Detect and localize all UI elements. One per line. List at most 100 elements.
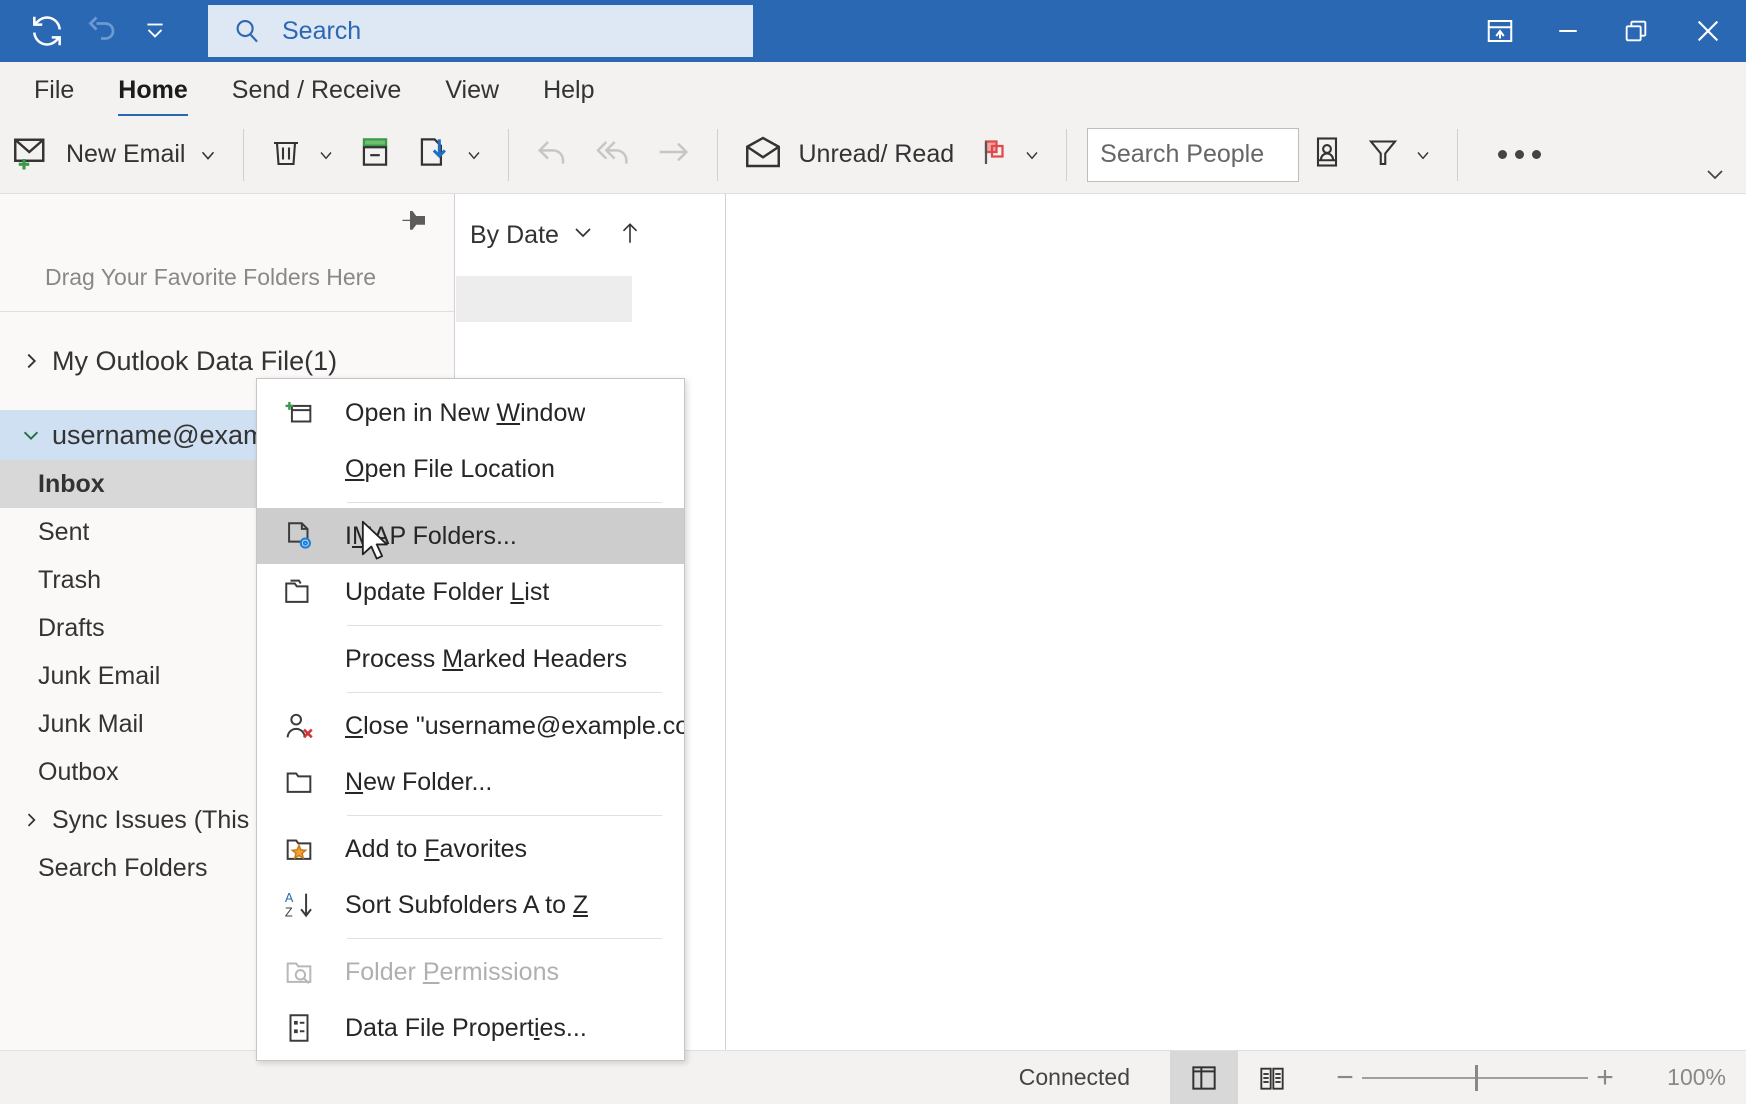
- normal-view-icon[interactable]: [1170, 1050, 1238, 1104]
- more-commands-icon[interactable]: [1472, 150, 1567, 159]
- forward-icon: [653, 132, 693, 177]
- menu-item-label: Data File Properties...: [345, 1013, 587, 1042]
- menu-item-open-file-location[interactable]: Open File Location: [257, 441, 684, 497]
- message-list-sort-bar: By Date: [456, 194, 725, 276]
- address-book-button[interactable]: [1299, 123, 1355, 187]
- sort-a-to-z-icon: A Z: [279, 885, 319, 925]
- send-receive-all-icon[interactable]: [22, 9, 72, 53]
- ribbon-divider-3: [717, 128, 719, 181]
- menu-item-open-in-new-window[interactable]: Open in New Window: [257, 385, 684, 441]
- search-input[interactable]: Search: [208, 5, 753, 57]
- menu-item-new-folder[interactable]: New Folder...: [257, 754, 684, 810]
- no-icon: [279, 639, 319, 679]
- chevron-down-icon[interactable]: [571, 220, 595, 251]
- outlook-window: Search File Home Send / Receive View Hel…: [0, 0, 1746, 1104]
- ribbon-divider-4: [1066, 128, 1068, 181]
- reply-icon: [533, 132, 573, 177]
- sort-by-date-button[interactable]: By Date: [470, 220, 595, 251]
- new-email-button[interactable]: New Email: [0, 123, 229, 187]
- archive-button[interactable]: [346, 123, 404, 187]
- move-button[interactable]: [404, 123, 494, 187]
- zoom-thumb[interactable]: [1475, 1064, 1478, 1091]
- minimize-icon[interactable]: [1534, 0, 1602, 62]
- zoom-slider[interactable]: − +: [1328, 1058, 1622, 1098]
- tree-item-label: Inbox: [38, 469, 105, 498]
- ribbon-display-options-icon[interactable]: [1466, 0, 1534, 62]
- menu-item-folder-permissions: Folder Permissions: [257, 944, 684, 1000]
- menu-item-update-folder-list[interactable]: Update Folder List: [257, 564, 684, 620]
- address-book-icon: [1309, 134, 1345, 175]
- message-list-item-placeholder[interactable]: [456, 276, 632, 322]
- delete-button[interactable]: [258, 123, 346, 187]
- menu-item-process-marked-headers[interactable]: Process Marked Headers: [257, 631, 684, 687]
- tree-item-label: Junk Email: [38, 661, 161, 690]
- title-bar: Search: [0, 0, 1746, 62]
- unread-read-button[interactable]: Unread/ Read: [732, 123, 964, 187]
- tab-file[interactable]: File: [12, 76, 96, 116]
- delete-icon: [268, 134, 304, 175]
- new-email-chevron-down-icon[interactable]: [197, 144, 219, 166]
- new-email-label: New Email: [66, 140, 186, 168]
- zoom-out-button[interactable]: −: [1328, 1058, 1362, 1098]
- tree-item-label: Junk Mail: [38, 709, 144, 738]
- menu-item-data-file-properties[interactable]: Data File Properties...: [257, 1000, 684, 1056]
- menu-item-label: Sort Subfolders A to Z: [345, 890, 589, 919]
- search-people-input[interactable]: Search People: [1087, 127, 1300, 182]
- follow-up-chevron-down-icon[interactable]: [1022, 145, 1042, 165]
- tree-item-label: username@exampl: [52, 419, 287, 450]
- tab-send-receive[interactable]: Send / Receive: [210, 76, 424, 116]
- menu-item-imap-folders[interactable]: IMAP Folders...: [257, 508, 684, 564]
- chevron-down-icon[interactable]: [18, 424, 44, 446]
- pin-icon[interactable]: [398, 204, 432, 238]
- reply-button: [523, 123, 583, 187]
- menu-item-label: Update Folder List: [345, 577, 550, 606]
- zoom-track[interactable]: [1362, 1058, 1588, 1098]
- menu-item-label: New Folder...: [345, 767, 493, 796]
- move-chevron-down-icon[interactable]: [464, 145, 484, 165]
- menu-item-label: Add to Favorites: [345, 834, 528, 863]
- menu-item-close-account[interactable]: Close "username@example.com": [257, 698, 684, 754]
- dot-1: [1498, 150, 1508, 159]
- svg-text:A: A: [285, 890, 294, 905]
- menu-separator: [347, 502, 662, 503]
- zoom-in-button[interactable]: +: [1588, 1058, 1622, 1098]
- favorites-hint: Drag Your Favorite Folders Here: [45, 264, 377, 290]
- arrow-up-icon[interactable]: [617, 218, 643, 253]
- tab-home[interactable]: Home: [96, 76, 209, 118]
- zoom-level[interactable]: 100%: [1642, 1064, 1726, 1091]
- close-icon[interactable]: [1670, 0, 1746, 62]
- filter-email-icon: [1365, 134, 1401, 175]
- imap-folders-icon: [279, 516, 319, 556]
- follow-up-flag-icon: [974, 134, 1010, 175]
- undo-icon[interactable]: [76, 9, 126, 53]
- follow-up-button[interactable]: [964, 123, 1052, 187]
- menu-item-sort-subfolders[interactable]: A Z Sort Subfolders A to Z: [257, 877, 684, 933]
- dot-2: [1515, 150, 1525, 159]
- ribbon-toolbar: New Email Unread/ Read Search People: [0, 116, 1746, 194]
- menu-item-label: Open in New Window: [345, 398, 586, 427]
- menu-separator: [347, 625, 662, 626]
- collapse-ribbon-icon[interactable]: [1700, 162, 1730, 191]
- chevron-right-icon[interactable]: [18, 350, 44, 372]
- tab-view[interactable]: View: [423, 76, 521, 116]
- reply-all-button: [583, 123, 643, 187]
- open-in-new-window-icon: [279, 393, 319, 433]
- menu-item-add-to-favorites[interactable]: Add to Favorites: [257, 821, 684, 877]
- menu-item-label: Process Marked Headers: [345, 644, 628, 673]
- filter-email-button[interactable]: [1355, 123, 1443, 187]
- menu-item-label: Open File Location: [345, 454, 555, 483]
- tab-help[interactable]: Help: [521, 76, 616, 116]
- reading-view-icon[interactable]: [1238, 1051, 1306, 1104]
- ribbon-divider-2: [508, 128, 510, 181]
- data-file-properties-icon: [279, 1008, 319, 1048]
- delete-chevron-down-icon[interactable]: [316, 145, 336, 165]
- menu-separator: [347, 692, 662, 693]
- filter-chevron-down-icon[interactable]: [1413, 145, 1433, 165]
- chevron-right-icon[interactable]: [18, 810, 44, 830]
- menu-item-label: IMAP Folders...: [345, 521, 517, 550]
- restore-icon[interactable]: [1602, 0, 1670, 62]
- quick-access-toolbar: [0, 9, 180, 53]
- customize-quick-access-toolbar-icon[interactable]: [130, 9, 180, 53]
- ribbon-divider-5: [1457, 128, 1459, 181]
- add-to-favorites-icon: [279, 829, 319, 869]
